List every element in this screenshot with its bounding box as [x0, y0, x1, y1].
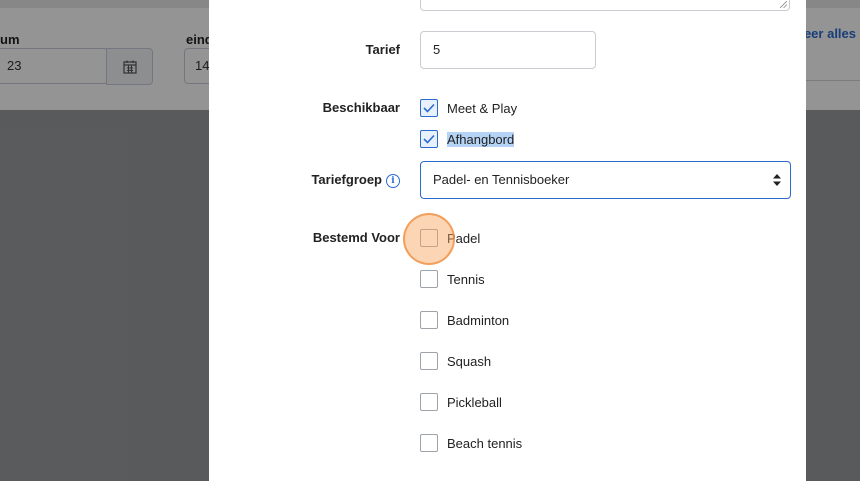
checkbox-label: Afhangbord: [447, 131, 515, 147]
tariefgroep-label: Tariefgroep i: [230, 172, 400, 188]
description-textarea[interactable]: [420, 0, 790, 11]
tarief-label: Tarief: [365, 42, 400, 57]
checkbox[interactable]: [420, 99, 438, 117]
checkbox[interactable]: [420, 352, 438, 370]
checkbox-label: Beach tennis: [447, 435, 523, 451]
tariefgroep-select[interactable]: Padel- en Tennisboeker: [420, 161, 791, 199]
resize-grip-icon: [780, 1, 787, 8]
checkbox-label: Tennis: [447, 271, 485, 287]
click-indicator: [403, 213, 455, 265]
checkbox-meet-play[interactable]: Meet & Play: [420, 99, 517, 117]
checkbox-squash[interactable]: Squash: [420, 352, 491, 370]
checkbox-afhangbord[interactable]: Afhangbord: [420, 130, 515, 148]
checkbox-tennis[interactable]: Tennis: [420, 270, 485, 288]
select-arrows-icon: [773, 174, 781, 186]
checkbox-label: Pickleball: [447, 394, 502, 410]
checkbox-beach-tennis[interactable]: Beach tennis: [420, 434, 522, 452]
beschikbaar-label: Beschikbaar: [322, 100, 400, 115]
info-icon[interactable]: i: [386, 174, 400, 188]
checkmark-icon: [423, 134, 435, 144]
select-value: Padel- en Tennisboeker: [433, 172, 570, 187]
checkbox-pickleball[interactable]: Pickleball: [420, 393, 502, 411]
checkbox[interactable]: [420, 393, 438, 411]
checkbox-label: Squash: [447, 353, 492, 369]
checkmark-icon: [423, 103, 435, 113]
bestemd-voor-label: Bestemd Voor: [312, 230, 400, 245]
checkbox-badminton[interactable]: Badminton: [420, 311, 509, 329]
checkbox-label: Badminton: [447, 312, 510, 328]
tariefgroep-label-text: Tariefgroep: [311, 172, 382, 187]
checkbox[interactable]: [420, 270, 438, 288]
checkbox[interactable]: [420, 434, 438, 452]
modal-dialog: Tarief 5 Beschikbaar Meet & Play Afhangb…: [209, 0, 806, 481]
checkbox[interactable]: [420, 311, 438, 329]
tarief-input[interactable]: 5: [420, 31, 596, 69]
checkbox-label: Meet & Play: [447, 100, 518, 116]
checkbox[interactable]: [420, 130, 438, 148]
